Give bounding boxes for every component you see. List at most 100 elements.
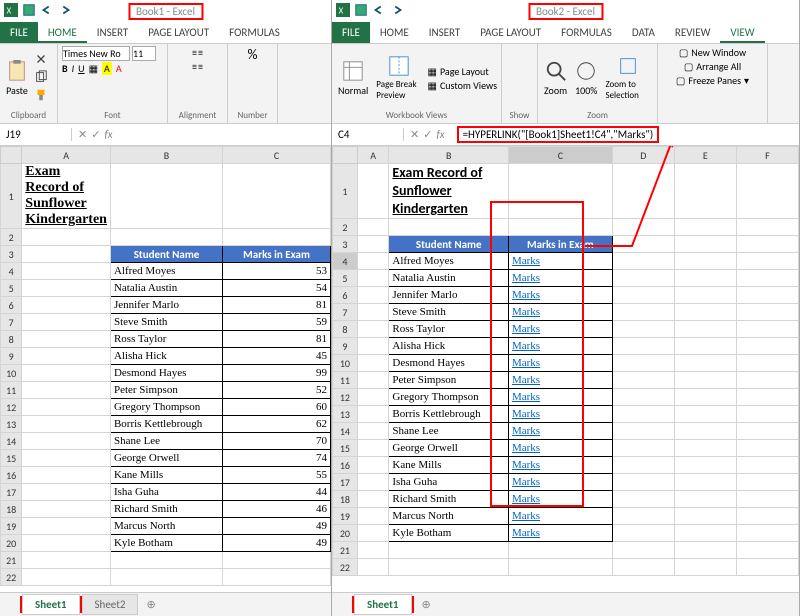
percent-button[interactable]: %: [247, 46, 257, 63]
title-cell-2[interactable]: [357, 164, 389, 219]
tab-formulas-2[interactable]: FORMULAS: [551, 22, 622, 43]
marks-cell[interactable]: 59: [223, 314, 331, 331]
paste-button[interactable]: Paste: [4, 58, 30, 99]
marks-cell[interactable]: 74: [223, 450, 331, 467]
student-name-cell[interactable]: Borris Kettlebrough: [389, 406, 509, 423]
tab-file[interactable]: FILE: [0, 22, 38, 43]
marks-cell[interactable]: 44: [223, 484, 331, 501]
page-break-button[interactable]: Page Break Preview: [374, 53, 423, 103]
student-name-cell[interactable]: Alfred Moyes: [389, 253, 509, 270]
marks-link-cell[interactable]: Marks: [508, 440, 612, 457]
colhdr-a[interactable]: A: [22, 147, 111, 164]
colhdr-b2[interactable]: B: [389, 147, 509, 164]
student-name-cell[interactable]: Marcus North: [389, 508, 509, 525]
colhdr-c[interactable]: C: [223, 147, 331, 164]
tab-home-2[interactable]: HOME: [370, 22, 419, 43]
hdr-student-2[interactable]: Student Name: [389, 236, 509, 253]
grid-2[interactable]: A B C D E F 1Exam Record of Sunflower Ki…: [332, 146, 799, 592]
student-name-cell[interactable]: Desmond Hayes: [110, 365, 222, 382]
marks-cell[interactable]: 70: [223, 433, 331, 450]
student-name-cell[interactable]: Jennifer Marlo: [110, 297, 222, 314]
hdr-student[interactable]: Student Name: [110, 246, 222, 263]
add-sheet-button-2[interactable]: ⊕: [414, 595, 439, 614]
marks-link-cell[interactable]: Marks: [508, 474, 612, 491]
student-name-cell[interactable]: Ross Taylor: [389, 321, 509, 338]
student-name-cell[interactable]: Peter Simpson: [110, 382, 222, 399]
grid-1[interactable]: A B C 1Exam Record of Sunflower Kinderga…: [0, 146, 331, 592]
sheet-tab-sheet2[interactable]: Sheet2: [82, 594, 139, 615]
student-name-cell[interactable]: Desmond Hayes: [389, 355, 509, 372]
marks-cell[interactable]: 45: [223, 348, 331, 365]
student-name-cell[interactable]: George Orwell: [389, 440, 509, 457]
marks-link-cell[interactable]: Marks: [508, 457, 612, 474]
tab-data-2[interactable]: DATA: [622, 22, 665, 43]
select-all-corner[interactable]: [1, 147, 22, 164]
marks-cell[interactable]: 49: [223, 518, 331, 535]
student-name-cell[interactable]: Marcus North: [110, 518, 222, 535]
marks-link-cell[interactable]: Marks: [508, 406, 612, 423]
marks-cell[interactable]: 62: [223, 416, 331, 433]
bold-button[interactable]: B: [62, 62, 68, 75]
student-name-cell[interactable]: Kane Mills: [110, 467, 222, 484]
marks-link-cell[interactable]: Marks: [508, 491, 612, 508]
undo-icon[interactable]: [372, 3, 386, 20]
marks-link-cell[interactable]: Marks: [508, 355, 612, 372]
enter-formula-icon[interactable]: ✓: [91, 128, 100, 141]
freeze-panes-button[interactable]: ▢ Freeze Panes ▾: [676, 74, 749, 87]
marks-cell[interactable]: 55: [223, 467, 331, 484]
student-name-cell[interactable]: Gregory Thompson: [389, 389, 509, 406]
marks-link-cell[interactable]: Marks: [508, 389, 612, 406]
marks-cell[interactable]: 60: [223, 399, 331, 416]
colhdr-b[interactable]: B: [110, 147, 222, 164]
student-name-cell[interactable]: Alisha Hick: [110, 348, 222, 365]
student-name-cell[interactable]: Alfred Moyes: [110, 263, 222, 280]
select-all-corner[interactable]: [333, 147, 358, 164]
formula-bar-2[interactable]: =HYPERLINK("[Book1]Sheet1!C4","Marks"): [451, 128, 799, 141]
fill-color-button[interactable]: A: [102, 62, 112, 75]
font-color-button[interactable]: A: [116, 62, 122, 75]
hdr-marks[interactable]: Marks in Exam: [223, 246, 331, 263]
student-name-cell[interactable]: Steve Smith: [389, 304, 509, 321]
undo-icon[interactable]: [40, 3, 54, 20]
zoom-100-button[interactable]: 100%: [573, 58, 599, 99]
format-painter-icon[interactable]: [34, 88, 48, 105]
arrange-all-button[interactable]: ▢ Arrange All: [684, 60, 741, 73]
align-middle-icon[interactable]: ≡: [198, 46, 203, 59]
zoom-button[interactable]: Zoom: [542, 58, 569, 99]
cancel-formula-icon[interactable]: ✕: [410, 128, 419, 141]
student-name-cell[interactable]: Isha Guha: [110, 484, 222, 501]
italic-button[interactable]: I: [72, 62, 75, 75]
colhdr-e2[interactable]: E: [674, 147, 736, 164]
student-name-cell[interactable]: Shane Lee: [389, 423, 509, 440]
tab-formulas[interactable]: FORMULAS: [219, 22, 290, 43]
marks-link-cell[interactable]: Marks: [508, 338, 612, 355]
marks-link-cell[interactable]: Marks: [508, 304, 612, 321]
align-left-icon[interactable]: ≡: [192, 60, 197, 73]
tab-home[interactable]: HOME: [38, 22, 87, 43]
student-name-cell[interactable]: Kane Mills: [389, 457, 509, 474]
tab-file-2[interactable]: FILE: [332, 22, 370, 43]
student-name-cell[interactable]: Peter Simpson: [389, 372, 509, 389]
marks-cell[interactable]: 46: [223, 501, 331, 518]
marks-cell[interactable]: 81: [223, 331, 331, 348]
student-name-cell[interactable]: Jennifer Marlo: [389, 287, 509, 304]
marks-cell[interactable]: 54: [223, 280, 331, 297]
student-name-cell[interactable]: Ross Taylor: [110, 331, 222, 348]
tab-page-layout[interactable]: PAGE LAYOUT: [138, 22, 219, 43]
student-name-cell[interactable]: Richard Smith: [389, 491, 509, 508]
colhdr-d2[interactable]: D: [612, 147, 674, 164]
add-sheet-button[interactable]: ⊕: [138, 595, 163, 614]
student-name-cell[interactable]: Isha Guha: [389, 474, 509, 491]
student-name-cell[interactable]: George Orwell: [110, 450, 222, 467]
student-name-cell[interactable]: Kyle Botham: [110, 535, 222, 552]
namebox-2[interactable]: C4: [332, 128, 404, 141]
save-icon[interactable]: [354, 3, 368, 20]
student-name-cell[interactable]: Steve Smith: [110, 314, 222, 331]
fx-icon[interactable]: fx: [436, 128, 444, 141]
custom-views-button[interactable]: ▦ Custom Views: [428, 79, 497, 92]
sheet-tab-sheet1-2[interactable]: Sheet1: [354, 594, 412, 615]
marks-cell[interactable]: 49: [223, 535, 331, 552]
colhdr-c2[interactable]: C: [508, 147, 612, 164]
tab-insert-2[interactable]: INSERT: [419, 22, 471, 43]
marks-link-cell[interactable]: Marks: [508, 372, 612, 389]
